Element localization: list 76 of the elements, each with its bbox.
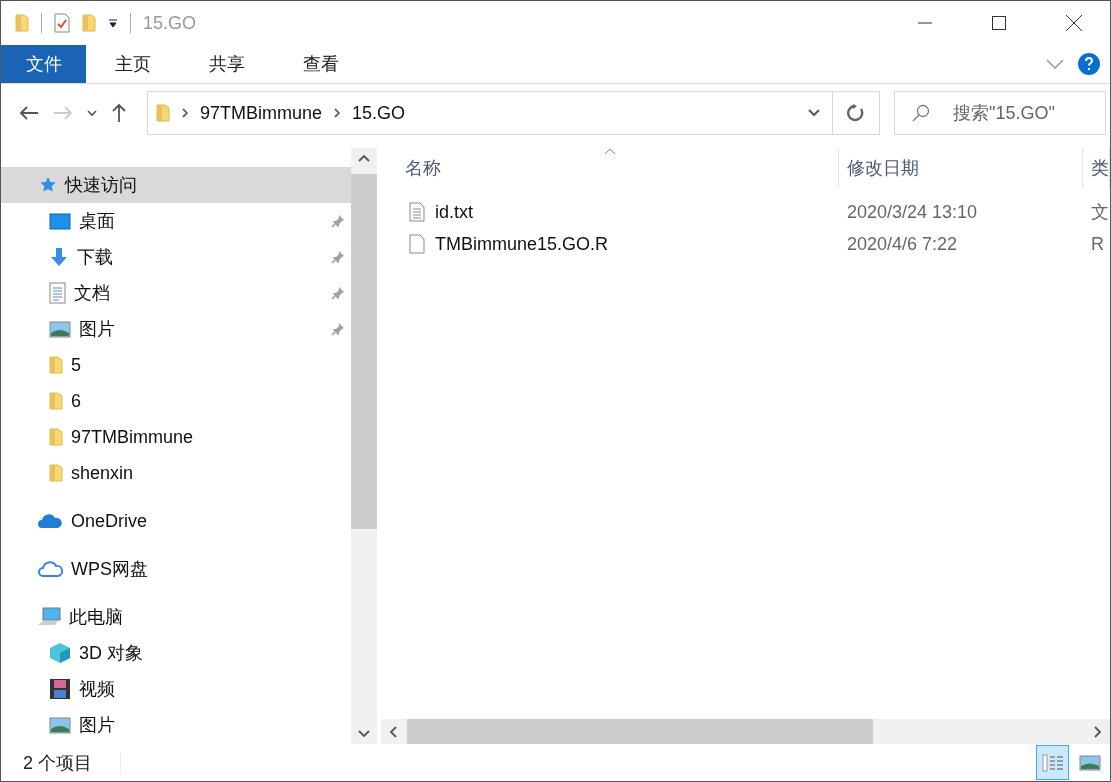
nav-item[interactable]: 下载 (1, 239, 351, 275)
nav-item[interactable]: shenxin (1, 455, 351, 491)
nav-item[interactable]: 文档 (1, 275, 351, 311)
horizontal-scrollbar[interactable] (381, 719, 1110, 744)
details-view-button[interactable] (1036, 745, 1069, 780)
properties-icon[interactable] (54, 13, 70, 33)
nav-item[interactable]: OneDrive (1, 503, 351, 539)
column-header[interactable]: 修改日期 (839, 148, 1083, 188)
text-file-icon (409, 202, 425, 222)
nav-item[interactable]: 97TMBimmune (1, 419, 351, 455)
dropdown-icon[interactable] (108, 18, 118, 28)
down-arrow-icon (49, 247, 69, 267)
nav-item[interactable]: 图片 (1, 707, 351, 743)
folder-icon (156, 104, 170, 122)
nav-item[interactable]: 图片 (1, 311, 351, 347)
nav-item[interactable]: 6 (1, 383, 351, 419)
cloud-icon (37, 560, 63, 578)
file-icon (409, 234, 425, 254)
address-bar[interactable]: 97TMBimmune 15.GO (147, 91, 880, 135)
column-header[interactable]: 类 (1083, 148, 1110, 188)
nav-item[interactable]: 视频 (1, 671, 351, 707)
item-count: 2 个项目 (23, 751, 92, 775)
recent-locations-icon[interactable] (87, 109, 97, 117)
scroll-right-icon[interactable] (1094, 725, 1102, 738)
scroll-left-icon[interactable] (389, 725, 397, 738)
sort-caret-icon (603, 148, 616, 155)
folder-icon (82, 14, 96, 32)
scroll-down-icon[interactable] (358, 730, 370, 738)
cube-icon (49, 642, 71, 664)
up-arrow-icon[interactable] (111, 103, 127, 123)
monitor-icon (49, 212, 71, 230)
nav-item[interactable]: 3D 对象 (1, 635, 351, 671)
computer-icon (37, 607, 61, 627)
details-view-icon (1041, 753, 1064, 772)
picture-icon (1078, 754, 1101, 771)
search-field[interactable]: 搜索"15.GO" (894, 91, 1106, 135)
picture-icon (49, 716, 71, 734)
ribbon-tab[interactable]: 共享 (180, 45, 274, 83)
ribbon-tab[interactable]: 主页 (86, 45, 180, 83)
nav-item[interactable]: 5 (1, 347, 351, 383)
help-icon[interactable] (1078, 53, 1100, 75)
folder-icon (15, 14, 29, 32)
nav-item[interactable]: 桌面 (1, 203, 351, 239)
modified-date: 2020/4/6 7:22 (847, 233, 958, 255)
film-icon (49, 678, 71, 700)
vertical-scrollbar[interactable] (351, 148, 377, 744)
refresh-icon[interactable] (847, 104, 865, 122)
modified-date: 2020/3/24 13:10 (847, 201, 978, 223)
file-name[interactable]: TMBimmune15.GO.R (435, 233, 609, 255)
chevron-right-icon (334, 108, 341, 118)
cloud-icon (37, 513, 63, 529)
nav-item[interactable]: 此电脑 (1, 599, 351, 635)
nav-item[interactable]: 快速访问 (1, 167, 351, 203)
folder-icon (49, 356, 63, 374)
folder-icon (49, 428, 63, 446)
ribbon-tab[interactable]: 查看 (274, 45, 368, 83)
nav-item[interactable]: WPS网盘 (1, 551, 351, 587)
file-menu-tab[interactable]: 文件 (1, 45, 86, 83)
file-name[interactable]: id.txt (435, 201, 473, 223)
scroll-up-icon[interactable] (358, 154, 370, 162)
table-cell: R (1091, 233, 1104, 255)
back-arrow-icon[interactable] (19, 105, 39, 121)
close-icon[interactable] (1066, 15, 1082, 31)
table-cell-text: 文 (1091, 201, 1109, 224)
document-icon (49, 282, 66, 304)
folder-icon (49, 392, 63, 410)
maximize-icon[interactable] (992, 16, 1006, 30)
chevron-down-icon[interactable] (808, 109, 820, 117)
window-title: 15.GO (143, 12, 197, 34)
search-icon (912, 104, 930, 122)
chevron-right-icon (182, 108, 188, 118)
breadcrumb[interactable]: 15.GO (352, 102, 406, 124)
column-header[interactable]: 名称 (381, 148, 839, 188)
folder-icon (49, 464, 63, 482)
picture-icon (49, 320, 71, 338)
breadcrumb[interactable]: 97TMBimmune (200, 102, 323, 124)
